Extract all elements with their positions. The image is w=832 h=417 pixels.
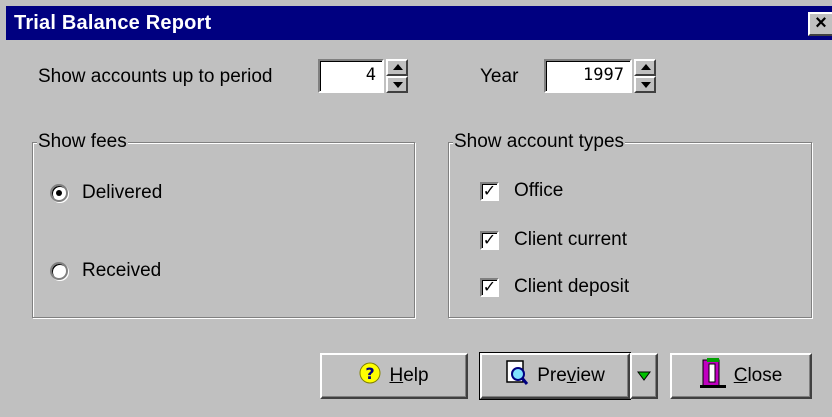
preview-dropdown-button[interactable] [630, 353, 658, 399]
client-current-checkbox[interactable]: ✓ [480, 231, 499, 250]
preview-button[interactable]: Preview [479, 352, 631, 400]
arrow-up-icon [393, 64, 403, 70]
show-account-types-group: Show account types [448, 131, 812, 318]
client-deposit-checkbox[interactable]: ✓ [480, 278, 499, 297]
question-icon: ? [359, 362, 381, 390]
arrow-down-icon [641, 82, 651, 88]
period-input[interactable]: 4 [318, 59, 384, 93]
show-fees-legend: Show fees [37, 131, 128, 153]
delivered-label[interactable]: Delivered [82, 182, 162, 204]
period-down-button[interactable] [386, 76, 408, 93]
arrow-down-icon [393, 82, 403, 88]
close-window-button[interactable]: × [808, 12, 832, 36]
window-title: Trial Balance Report [14, 11, 212, 34]
year-spinner [634, 59, 656, 93]
close-icon: × [815, 12, 827, 34]
year-input[interactable]: 1997 [544, 59, 632, 93]
arrow-up-icon [641, 64, 651, 70]
dropdown-arrow-icon [637, 365, 651, 387]
close-button[interactable]: Close [670, 353, 812, 399]
title-bar: Trial Balance Report × [6, 6, 832, 40]
period-label: Show accounts up to period [38, 66, 273, 87]
magnifier-document-icon [505, 360, 529, 392]
client-current-label[interactable]: Client current [514, 229, 627, 251]
received-label[interactable]: Received [82, 260, 161, 282]
show-account-types-legend: Show account types [453, 131, 626, 153]
client-deposit-label[interactable]: Client deposit [514, 276, 629, 298]
radio-dot [56, 190, 62, 196]
year-label: Year [480, 66, 519, 87]
year-down-button[interactable] [634, 76, 656, 93]
received-radio[interactable] [50, 262, 68, 280]
period-spinner [386, 59, 408, 93]
office-checkbox[interactable]: ✓ [480, 182, 499, 201]
show-fees-group: Show fees [32, 131, 415, 318]
trial-balance-dialog: Trial Balance Report × Show accounts up … [0, 0, 832, 417]
close-label: Close [733, 365, 783, 386]
help-button[interactable]: ? Help [320, 353, 468, 399]
delivered-radio[interactable] [50, 184, 68, 202]
help-label: Help [389, 365, 429, 386]
svg-text:?: ? [366, 364, 375, 383]
period-up-button[interactable] [386, 59, 408, 76]
door-exit-icon [699, 358, 726, 394]
year-up-button[interactable] [634, 59, 656, 76]
office-label[interactable]: Office [514, 180, 563, 202]
preview-label: Preview [537, 365, 605, 386]
